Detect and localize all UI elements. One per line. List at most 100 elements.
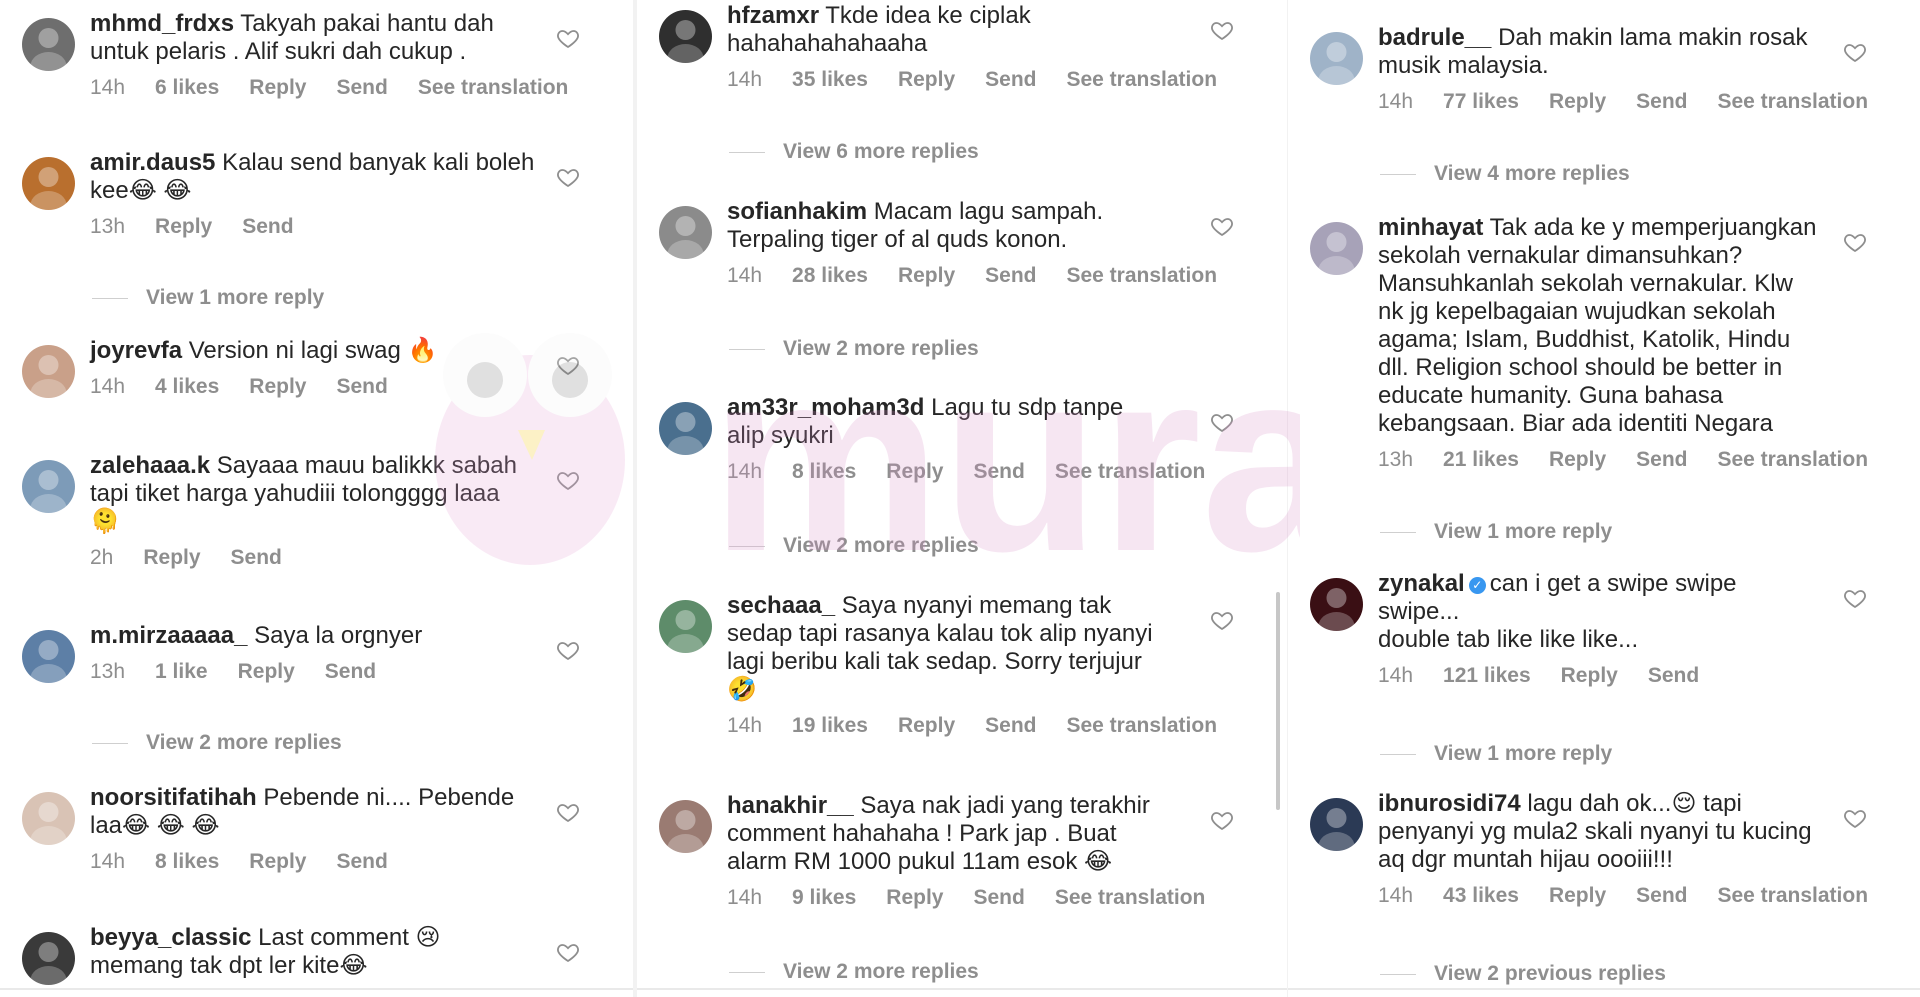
reply-button[interactable]: Reply [1561,664,1618,688]
reply-button[interactable]: Reply [249,850,306,874]
likes-count[interactable]: 77 likes [1443,90,1519,114]
like-heart-icon[interactable] [556,800,580,824]
view-replies-link[interactable]: View 2 previous replies [1380,962,1666,986]
send-button[interactable]: Send [973,886,1024,910]
avatar[interactable] [22,932,75,985]
send-button[interactable]: Send [973,460,1024,484]
likes-count[interactable]: 19 likes [792,714,868,738]
like-heart-icon[interactable] [556,26,580,50]
comment-username[interactable]: ibnurosidi74 [1378,790,1521,817]
avatar[interactable] [659,800,712,853]
avatar[interactable] [1310,798,1363,851]
reply-button[interactable]: Reply [898,714,955,738]
avatar[interactable] [659,600,712,653]
send-button[interactable]: Send [1636,448,1687,472]
reply-button[interactable]: Reply [249,76,306,100]
send-button[interactable]: Send [336,375,387,399]
like-heart-icon[interactable] [556,940,580,964]
send-button[interactable]: Send [231,546,282,570]
likes-count[interactable]: 9 likes [792,886,856,910]
like-heart-icon[interactable] [1210,808,1234,832]
avatar[interactable] [22,157,75,210]
like-heart-icon[interactable] [1210,18,1234,42]
like-heart-icon[interactable] [1843,40,1867,64]
reply-button[interactable]: Reply [1549,448,1606,472]
like-heart-icon[interactable] [1843,586,1867,610]
avatar[interactable] [659,402,712,455]
reply-button[interactable]: Reply [155,215,212,239]
send-button[interactable]: Send [1636,90,1687,114]
see-translation-button[interactable]: See translation [418,76,569,100]
comment-username[interactable]: am33r_moham3d [727,394,924,421]
avatar[interactable] [22,792,75,845]
see-translation-button[interactable]: See translation [1066,714,1217,738]
view-replies-label[interactable]: View 2 previous replies [1434,962,1666,986]
likes-count[interactable]: 43 likes [1443,884,1519,908]
comment-username[interactable]: zalehaaa.k [90,452,210,479]
view-replies-link[interactable]: View 2 more replies [729,960,979,984]
view-replies-link[interactable]: View 2 more replies [92,731,342,755]
avatar[interactable] [22,18,75,71]
likes-count[interactable]: 35 likes [792,68,868,92]
comment-username[interactable]: hfzamxr [727,2,819,29]
send-button[interactable]: Send [1636,884,1687,908]
avatar[interactable] [22,345,75,398]
reply-button[interactable]: Reply [1549,884,1606,908]
likes-count[interactable]: 1 like [155,660,208,684]
comment-username[interactable]: hanakhir__ [727,792,854,819]
like-heart-icon[interactable] [556,468,580,492]
view-replies-link[interactable]: View 1 more reply [1380,520,1612,544]
reply-button[interactable]: Reply [143,546,200,570]
likes-count[interactable]: 6 likes [155,76,219,100]
like-heart-icon[interactable] [1843,806,1867,830]
likes-count[interactable]: 21 likes [1443,448,1519,472]
view-replies-label[interactable]: View 2 more replies [783,960,979,984]
see-translation-button[interactable]: See translation [1066,264,1217,288]
reply-button[interactable]: Reply [898,68,955,92]
avatar[interactable] [22,460,75,513]
comment-username[interactable]: mhmd_frdxs [90,10,234,37]
view-replies-link[interactable]: View 2 more replies [729,337,979,361]
view-replies-link[interactable]: View 1 more reply [1380,742,1612,766]
reply-button[interactable]: Reply [1549,90,1606,114]
view-replies-label[interactable]: View 1 more reply [1434,520,1612,544]
likes-count[interactable]: 121 likes [1443,664,1531,688]
see-translation-button[interactable]: See translation [1066,68,1217,92]
view-replies-label[interactable]: View 2 more replies [783,534,979,558]
send-button[interactable]: Send [985,68,1036,92]
send-button[interactable]: Send [336,76,387,100]
comment-username[interactable]: amir.daus5 [90,149,215,176]
comment-username[interactable]: zynakal [1378,570,1465,597]
likes-count[interactable]: 8 likes [792,460,856,484]
like-heart-icon[interactable] [1210,214,1234,238]
scrollbar[interactable] [1276,592,1280,810]
view-replies-label[interactable]: View 1 more reply [146,286,324,310]
comment-username[interactable]: sechaaa_ [727,592,835,619]
like-heart-icon[interactable] [1210,608,1234,632]
send-button[interactable]: Send [985,714,1036,738]
comment-username[interactable]: m.mirzaaaaa_ [90,622,247,649]
view-replies-label[interactable]: View 2 more replies [783,337,979,361]
send-button[interactable]: Send [1648,664,1699,688]
avatar[interactable] [22,630,75,683]
send-button[interactable]: Send [242,215,293,239]
comment-username[interactable]: badrule__ [1378,24,1491,51]
comment-username[interactable]: beyya_classic [90,924,251,951]
see-translation-button[interactable]: See translation [1055,460,1206,484]
see-translation-button[interactable]: See translation [1717,884,1868,908]
like-heart-icon[interactable] [556,638,580,662]
view-replies-link[interactable]: View 4 more replies [1380,162,1630,186]
avatar[interactable] [1310,578,1363,631]
send-button[interactable]: Send [325,660,376,684]
reply-button[interactable]: Reply [898,264,955,288]
send-button[interactable]: Send [336,850,387,874]
comment-username[interactable]: joyrevfa [90,337,182,364]
avatar[interactable] [1310,32,1363,85]
avatar[interactable] [1310,222,1363,275]
like-heart-icon[interactable] [556,165,580,189]
view-replies-label[interactable]: View 4 more replies [1434,162,1630,186]
see-translation-button[interactable]: See translation [1055,886,1206,910]
comment-username[interactable]: minhayat [1378,214,1483,241]
send-button[interactable]: Send [985,264,1036,288]
reply-button[interactable]: Reply [238,660,295,684]
